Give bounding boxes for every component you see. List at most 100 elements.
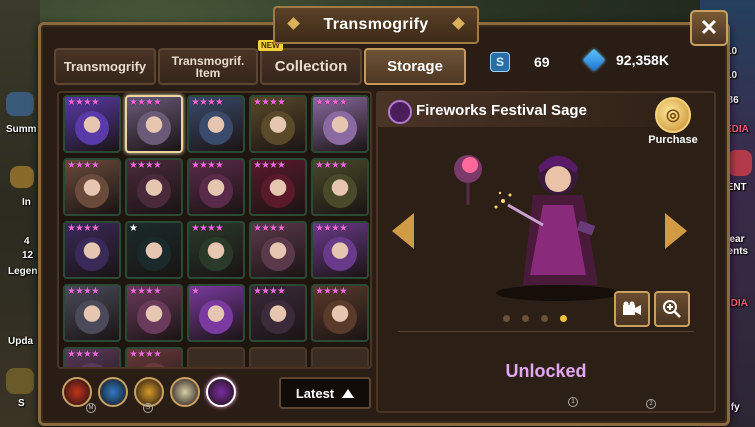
side-label-legend: Legen [8, 266, 38, 277]
skin-portrait [199, 111, 233, 145]
tab-collection[interactable]: Collection [260, 48, 362, 85]
next-arrow-icon[interactable] [665, 213, 687, 249]
skin-slot[interactable]: ★★★★ [125, 347, 183, 367]
tab-transmogrify[interactable]: Transmogrify [54, 48, 156, 85]
skin-slot[interactable]: ★★★★ [311, 158, 369, 216]
skin-slot[interactable]: ★★★★ [249, 158, 307, 216]
skin-slot[interactable]: ★★★★ [311, 284, 369, 342]
page-dot[interactable] [541, 315, 548, 322]
skin-portrait [137, 237, 171, 271]
skin-slot[interactable]: ★★★★ [187, 158, 245, 216]
side-label-4: 4 [24, 236, 30, 247]
page-dot[interactable] [503, 315, 510, 322]
preview-page-dots [503, 315, 567, 322]
skin-portrait [199, 237, 233, 271]
skin-portrait [137, 363, 171, 367]
skin-star-rating: ★★★★ [315, 160, 348, 171]
empty-skin-slot [311, 347, 369, 367]
skin-slot[interactable]: ★★★★ [249, 95, 307, 153]
tab-collection-label: Collection [274, 57, 348, 75]
purchase-button[interactable]: ◎ Purchase [646, 97, 700, 146]
tab-storage-label: Storage [387, 57, 443, 75]
scroll-count: 69 [534, 54, 550, 70]
zoom-button[interactable] [654, 291, 690, 327]
skin-star-rating: ★★★★ [129, 97, 162, 108]
skin-slot[interactable]: ★★★★ [63, 158, 121, 216]
scroll-currency: S 69 [490, 52, 550, 72]
empty-skin-slot [187, 347, 245, 367]
light-element-icon[interactable] [170, 377, 200, 407]
skin-slot[interactable]: ★★★★ [63, 284, 121, 342]
tab-storage[interactable]: Storage [364, 48, 466, 85]
summon-icon[interactable] [6, 92, 34, 116]
event-icon[interactable] [728, 150, 752, 176]
skin-portrait [323, 300, 357, 334]
skin-preview-art [454, 155, 620, 301]
skin-portrait [137, 111, 171, 145]
left-hud-strip [0, 0, 40, 427]
skin-slot[interactable]: ★★★★ [125, 158, 183, 216]
title-ornament-right-icon [452, 17, 465, 30]
magnifier-plus-icon [663, 300, 681, 318]
skin-slot[interactable]: ★★★★ [63, 95, 121, 153]
unlock-status: Unlocked [505, 361, 587, 381]
skin-star-rating: ★★★★ [67, 223, 100, 234]
panel-title: Transmogrify [323, 16, 429, 33]
skin-star-rating: ★★★★ [191, 160, 224, 171]
crystal-icon [582, 48, 606, 72]
skin-star-rating: ★★★★ [129, 349, 162, 360]
sort-arrow-up-icon [342, 388, 355, 398]
skin-star-rating: ★★★★ [67, 349, 100, 360]
skin-portrait [261, 300, 295, 334]
skin-slot[interactable]: ★★★★ [249, 221, 307, 279]
sort-label: Latest [295, 385, 335, 401]
page-dot[interactable] [522, 315, 529, 322]
skin-slot[interactable]: ★★★★ [249, 284, 307, 342]
prev-arrow-icon[interactable] [392, 213, 414, 249]
detail-badge-2: 2 [646, 399, 656, 409]
skin-slot[interactable]: ★★★★ [311, 95, 369, 153]
empty-skin-slot [249, 347, 307, 367]
purchase-label: Purchase [648, 134, 698, 146]
dark-element-icon [388, 100, 412, 124]
skin-portrait [323, 111, 357, 145]
skin-slot[interactable]: ★★★★ [187, 95, 245, 153]
skin-slot[interactable]: ★★★★ [125, 284, 183, 342]
skin-slot[interactable]: ★★★★ [63, 221, 121, 279]
sort-dropdown[interactable]: Latest [279, 377, 371, 409]
camera-icon [623, 301, 641, 315]
side-label-12: 12 [22, 250, 34, 261]
title-ornament-left-icon [287, 17, 300, 30]
close-button[interactable]: ✕ [690, 10, 728, 46]
skin-portrait [199, 174, 233, 208]
skin-slot[interactable]: ★★★★ [63, 347, 121, 367]
skin-star-rating: ★★★★ [253, 223, 286, 234]
water-element-icon[interactable] [98, 377, 128, 407]
page-dot[interactable] [560, 315, 567, 322]
inbox-icon[interactable] [10, 166, 34, 188]
skin-star-rating: ★★★★ [129, 286, 162, 297]
skin-star-rating: ★★★★ [315, 286, 348, 297]
skin-portrait [137, 300, 171, 334]
skin-slot[interactable]: ★★★★ [311, 221, 369, 279]
shop-icon[interactable] [6, 368, 34, 394]
skin-portrait [261, 174, 295, 208]
dark-element-icon[interactable] [206, 377, 236, 407]
tab-transmogrify-item[interactable]: Transmogrif. Item [158, 48, 258, 85]
video-button[interactable] [614, 291, 650, 327]
skin-slot[interactable]: ★★★★ [187, 221, 245, 279]
skin-slot[interactable]: ★★★★ [125, 95, 183, 153]
tab-transmogrify-label: Transmogrify [63, 58, 147, 74]
skin-portrait [323, 174, 357, 208]
skin-detail-pane: Fireworks Festival Sage ◎ Purchase Unloc… [376, 91, 716, 413]
skin-portrait [199, 300, 233, 334]
skin-portrait [75, 237, 109, 271]
skin-slot[interactable]: ★ [125, 221, 183, 279]
skin-star-rating: ★★★★ [253, 286, 286, 297]
fire-element-icon[interactable] [62, 377, 92, 407]
skin-slot[interactable]: ★ [187, 284, 245, 342]
detail-badge-1: 1 [568, 397, 578, 407]
skin-portrait [75, 174, 109, 208]
skin-star-rating: ★★★★ [67, 286, 100, 297]
skin-portrait [261, 111, 295, 145]
